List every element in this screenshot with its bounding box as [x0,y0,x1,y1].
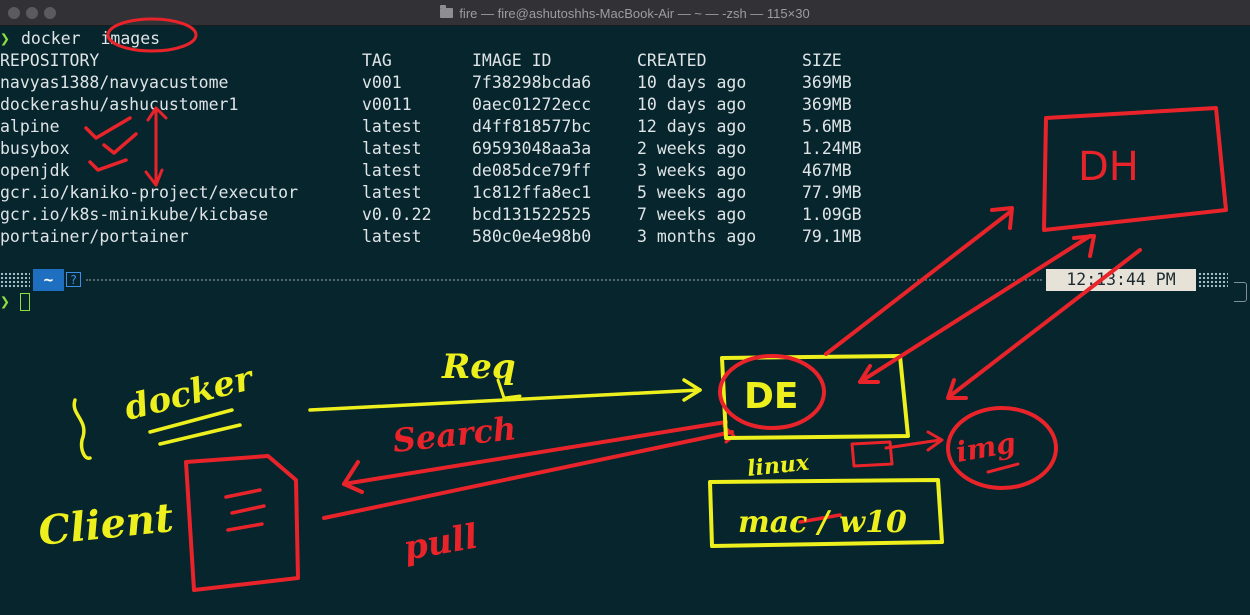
annotation-layer: docker Client Req Search pull DE DH linu… [36,17,1228,592]
img-handwritten-label: img [953,426,1018,469]
dh-handwritten-label: DH [1078,144,1139,190]
client-handwritten-label: Client [36,494,176,555]
check-mark-icon [102,132,138,155]
document-lines [224,488,266,532]
images-highlight-circle [106,17,198,53]
search-handwritten-label: Search [391,409,518,460]
pull-line [322,430,734,520]
req-handwritten-label: Req [441,347,516,387]
img-underline [986,462,1020,474]
brace-mark [72,398,92,460]
dh-to-de-arrow [858,234,1092,384]
de-handwritten-label: DE [744,376,798,417]
pull-handwritten-label: pull [401,517,481,569]
arrow-head-down-icon [144,168,164,187]
linux-handwritten-label: linux [746,450,811,482]
docker-handwritten-label: docker [121,358,259,429]
de-to-dh-arrow [824,210,1012,356]
check-mark-icon [84,116,132,140]
check-mark-icon [88,158,128,172]
dh-return-arrow [948,248,1142,398]
request-arrow [308,388,702,412]
arrow-head-left-icon [342,460,364,494]
image-layer-box [850,440,894,468]
host-handwritten-label: mac / w10 [738,505,907,540]
client-document-icon [184,454,300,592]
